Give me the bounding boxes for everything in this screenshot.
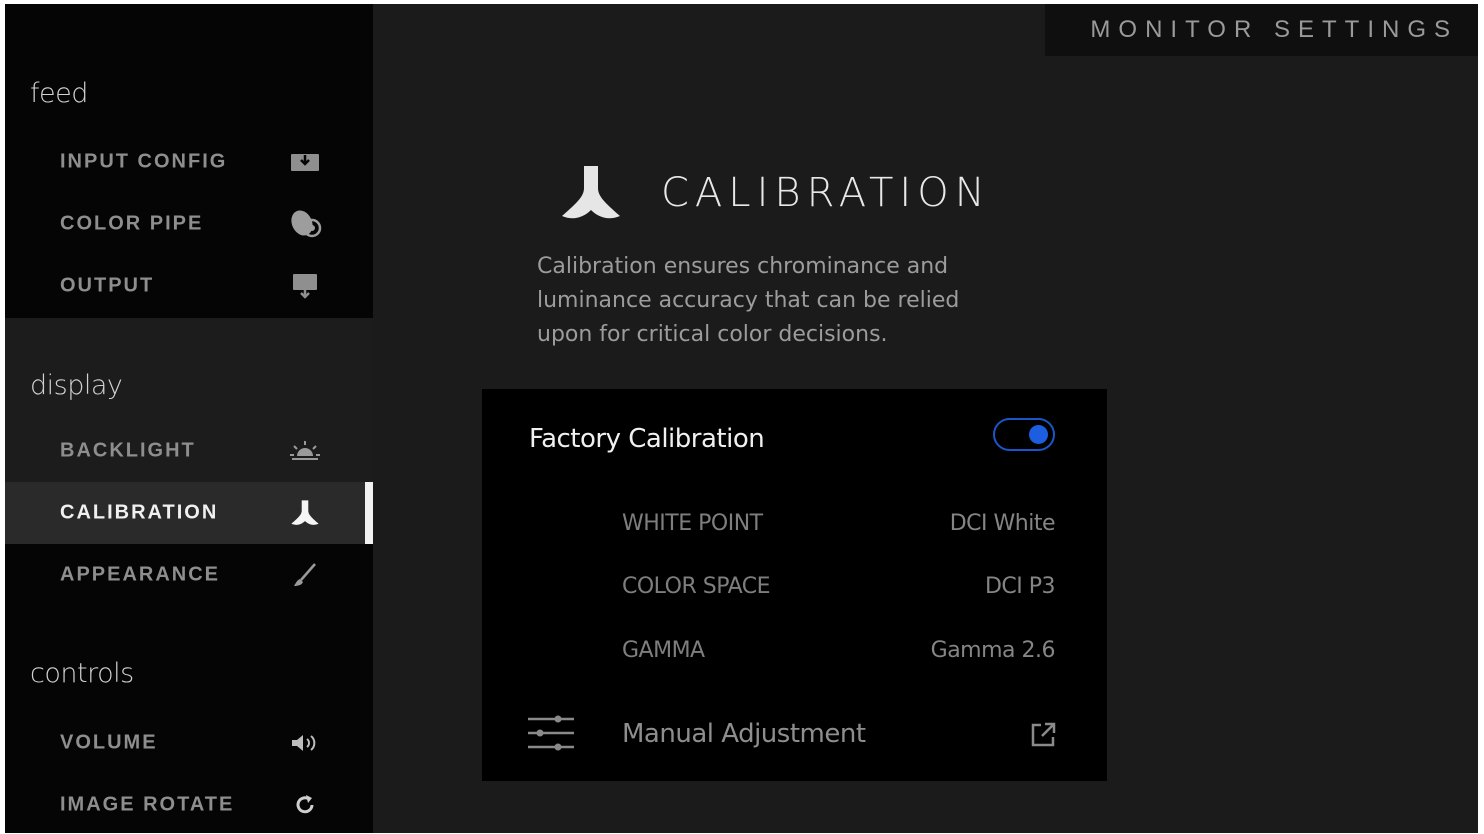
backlight-icon (288, 436, 322, 466)
input-icon (288, 147, 322, 177)
white-point-label: WHITE POINT (622, 511, 763, 536)
brush-icon (288, 560, 322, 590)
manual-adjustment-link[interactable]: Manual Adjustment (622, 719, 866, 749)
section-title: CALIBRATION (661, 170, 991, 216)
calibration-icon (559, 164, 623, 222)
toggle-knob (1029, 425, 1048, 444)
sidebar-item-label: BACKLIGHT (60, 439, 196, 462)
header-bar: MONITOR SETTINGS (1045, 4, 1478, 56)
group-label-feed: feed (30, 78, 88, 109)
sidebar-group-feed: feed INPUT CONFIG COLOR PIPE OUTPUT (5, 4, 373, 318)
rotate-icon (288, 790, 322, 820)
gamma-value: Gamma 2.6 (930, 638, 1056, 663)
sidebar-item-appearance[interactable]: APPEARANCE (5, 544, 373, 606)
sidebar-item-label: IMAGE ROTATE (60, 793, 235, 816)
gamma-label: GAMMA (622, 638, 705, 663)
section-description: Calibration ensures chrominance and lumi… (537, 254, 960, 347)
sidebar-item-calibration[interactable]: CALIBRATION (5, 482, 373, 544)
sidebar-item-label: VOLUME (60, 731, 158, 754)
external-link-icon[interactable] (1029, 721, 1057, 749)
page-title: MONITOR SETTINGS (1090, 16, 1458, 43)
sidebar-item-volume[interactable]: VOLUME (5, 712, 373, 774)
sidebar-group-controls: controls VOLUME IMAGE ROTATE (5, 606, 373, 833)
color-space-label: COLOR SPACE (622, 574, 771, 599)
sidebar: feed INPUT CONFIG COLOR PIPE OUTPUT disp… (5, 4, 373, 833)
sidebar-item-backlight[interactable]: BACKLIGHT (5, 420, 373, 482)
sidebar-item-label: CALIBRATION (60, 501, 219, 524)
sidebar-item-output[interactable]: OUTPUT (5, 255, 373, 317)
white-point-value: DCI White (949, 511, 1056, 536)
sidebar-item-label: INPUT CONFIG (60, 150, 228, 173)
group-label-display: display (30, 370, 123, 401)
sidebar-item-input-config[interactable]: INPUT CONFIG (5, 131, 373, 193)
output-icon (288, 271, 322, 301)
factory-calibration-toggle[interactable] (993, 418, 1055, 451)
app-window: feed INPUT CONFIG COLOR PIPE OUTPUT disp… (5, 4, 1478, 833)
volume-icon (288, 728, 322, 758)
color-space-value: DCI P3 (984, 574, 1056, 599)
sidebar-item-image-rotate[interactable]: IMAGE ROTATE (5, 774, 373, 833)
calibration-icon (288, 498, 322, 528)
sidebar-item-label: OUTPUT (60, 274, 155, 297)
sidebar-item-label: COLOR PIPE (60, 212, 204, 235)
sliders-icon[interactable] (526, 711, 576, 757)
sidebar-item-label: APPEARANCE (60, 563, 221, 586)
color-pipe-icon (288, 209, 322, 239)
factory-calibration-label: Factory Calibration (529, 424, 765, 454)
calibration-panel: Factory Calibration WHITE POINT DCI Whit… (482, 389, 1107, 781)
sidebar-item-color-pipe[interactable]: COLOR PIPE (5, 193, 373, 255)
active-indicator (365, 482, 373, 544)
group-label-controls: controls (30, 658, 134, 689)
